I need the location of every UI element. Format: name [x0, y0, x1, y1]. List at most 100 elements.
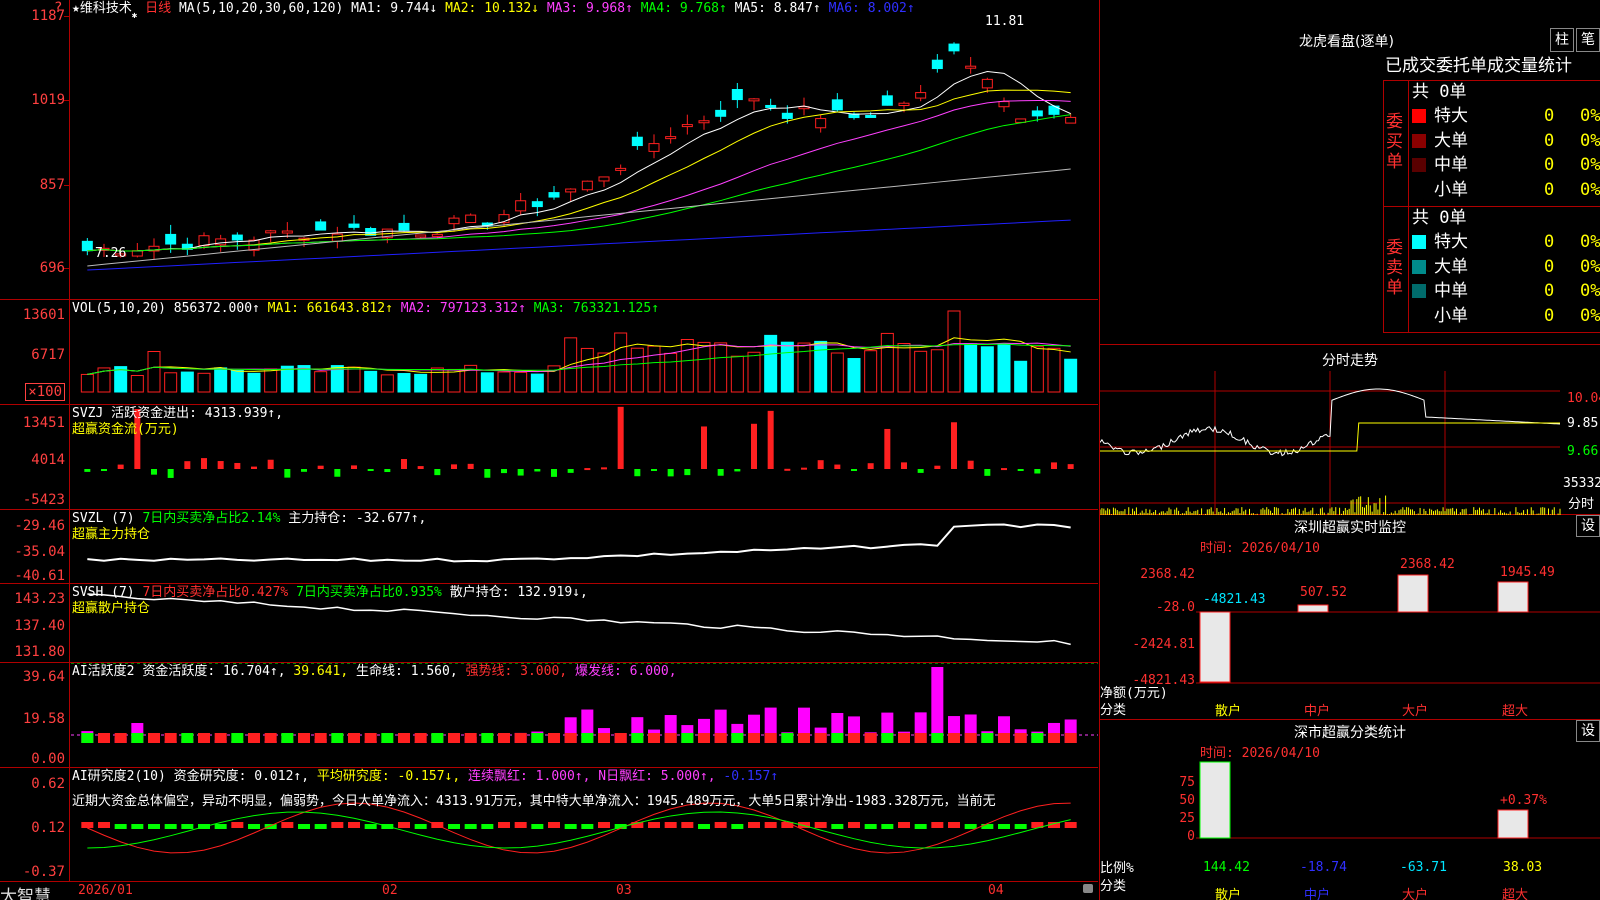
lhb-tabs: 已成交委托单成交量统计 [1385, 53, 1572, 79]
sz-class-cat: 散户 [1215, 888, 1242, 900]
svzj-axis: 13451 4014 -5423 [0, 405, 70, 509]
tab-filled[interactable]: 已成交 [1385, 56, 1436, 76]
volume-bar [997, 343, 1011, 393]
tick-mode-button[interactable]: 笔 [1576, 28, 1600, 52]
svzj-panel[interactable]: 13451 4014 -5423 SVZJ 活跃资金进出: 4313.939↑,… [0, 405, 1098, 510]
flow-bar [801, 467, 807, 470]
sz-class-axis-label: 0 [1187, 829, 1195, 844]
svzl-ratio: 7日内买卖净占比2.14% [142, 511, 281, 526]
flow-bar [1034, 469, 1041, 474]
base-bar [964, 733, 977, 743]
sz-class-axis-label: 50 [1179, 793, 1195, 808]
tab-stats[interactable]: 统计 [1538, 56, 1572, 76]
research-bar [814, 822, 827, 828]
research-bar [564, 824, 577, 829]
volume-panel[interactable]: 13601 6717 ×100 VOL(5,10,20) 856372.000↑… [0, 300, 1098, 405]
tab-orders[interactable]: 委托单 [1436, 56, 1487, 76]
activity-bar [931, 667, 944, 743]
ai2-ndays: N日飘红: 5.000↑, [598, 769, 716, 784]
volume-bar [364, 370, 378, 393]
research-bar [481, 824, 494, 829]
stock-name[interactable]: 维科技术 [80, 1, 132, 16]
sz-monitor-chart[interactable] [1100, 515, 1600, 720]
svzl-position: 主力持仓: -32.677↑, [288, 511, 427, 526]
volume-bar [797, 342, 811, 393]
sz-class-value: -63.71 [1400, 860, 1447, 875]
base-bar [898, 733, 910, 743]
vol-ma1: MA1: 661643.812↑ [267, 301, 393, 316]
volume-bar [380, 374, 394, 393]
close-icon[interactable]: ? [54, 0, 62, 16]
x-axis-label: 2026/01 [78, 883, 133, 898]
research-bar [531, 824, 544, 829]
intraday-vol: 35332 [1563, 476, 1600, 491]
row-value: 0 [1544, 130, 1555, 151]
row-name: 特大 [1434, 106, 1468, 126]
candle-body [515, 200, 527, 212]
price-panel[interactable]: 1187 1019 857 696 ★维科技术✱ 日线 MA(5,10,20,3… [0, 0, 1098, 300]
svzl-name: SVZL (7) [72, 511, 135, 526]
flow-bar [751, 423, 757, 469]
bar-mode-button[interactable]: 柱 [1550, 28, 1574, 52]
volume-bar [947, 310, 961, 393]
flow-bar [1051, 462, 1057, 469]
legend-swatch [1412, 109, 1426, 123]
candle-body [615, 167, 627, 171]
intraday-panel[interactable]: 分时走势 10.04 9.85 9.66 35332 分时 [1099, 345, 1600, 515]
research-bar [998, 824, 1010, 829]
intraday-chart[interactable] [1100, 371, 1600, 515]
sz-monitor-panel[interactable]: 深圳超赢实时监控 设 时间: 2026/04/10 2368.42 -28.0 … [1099, 515, 1600, 720]
flow-bar [434, 469, 441, 476]
base-bar [498, 733, 510, 743]
svzl-subtitle: 超赢主力持仓 [72, 527, 151, 542]
flow-bar [417, 466, 424, 469]
research-bar [331, 822, 344, 828]
svzl-axis: -29.46 -35.04 -40.61 [0, 510, 70, 584]
base-bar [714, 733, 727, 743]
base-bar [864, 733, 877, 743]
ai-activity-panel[interactable]: 39.64 19.58 0.00 AI活跃度2 资金活跃度: 16.704↑, … [0, 663, 1098, 768]
ai-research-chart[interactable] [71, 768, 1098, 882]
sz-class-panel[interactable]: 深市超赢分类统计 设 时间: 2026/04/10 75 50 25 0 +0.… [1099, 720, 1600, 900]
svzl-panel[interactable]: -29.46 -35.04 -40.61 SVZL (7) 7日内买卖净占比2.… [0, 510, 1098, 584]
flow-bar [501, 469, 507, 474]
base-bar [1014, 733, 1027, 743]
volume-bar [347, 366, 361, 393]
base-bar [581, 733, 594, 743]
base-bar [798, 733, 810, 743]
base-bar [831, 733, 844, 743]
research-bar [398, 822, 410, 828]
volume-bar [864, 350, 878, 393]
research-bar [98, 822, 110, 828]
legend-swatch [1412, 308, 1426, 323]
ai1-burst: 爆发线: 6.000, [574, 664, 677, 679]
tab-volume[interactable]: 成交量 [1487, 56, 1538, 76]
candle-body [315, 221, 327, 231]
row-value: 0 [1544, 256, 1555, 277]
volume-bar [180, 371, 194, 393]
candle-body [748, 98, 760, 102]
svsh-panel[interactable]: 143.23 137.40 131.80 SVSH (7) 7日内买卖净占比0.… [0, 584, 1098, 663]
volume-bar [664, 352, 678, 393]
base-bar [948, 733, 960, 743]
volume-bar [697, 341, 711, 393]
svsh-position: 散户持仓: 132.919↓, [449, 585, 588, 600]
period-label[interactable]: 日线 [145, 1, 171, 16]
candlestick-chart[interactable] [71, 0, 1098, 300]
ai-research-panel[interactable]: 0.62 0.12 -0.37 AI研究度2(10) 资金研究度: 0.012↑… [0, 768, 1098, 882]
candle-body [715, 109, 727, 117]
flow-bar [734, 469, 741, 472]
flow-bar [634, 469, 641, 477]
base-bar [648, 733, 660, 743]
research-line [87, 811, 1071, 849]
flow-bar [667, 469, 674, 477]
flow-bar [367, 469, 374, 471]
ma6-value: MA6: 8.002↑ [828, 1, 915, 16]
lock-icon[interactable] [1083, 884, 1093, 893]
flow-bar [401, 459, 407, 469]
ai2-comment: 近期大资金总体偏空，异动不明显，偏弱势，今日大单净流入：4313.91万元，其中… [72, 794, 996, 809]
candle-body [648, 143, 660, 152]
flow-bar [617, 406, 624, 469]
legend-swatch [1412, 133, 1426, 148]
volume-bar [830, 352, 844, 393]
